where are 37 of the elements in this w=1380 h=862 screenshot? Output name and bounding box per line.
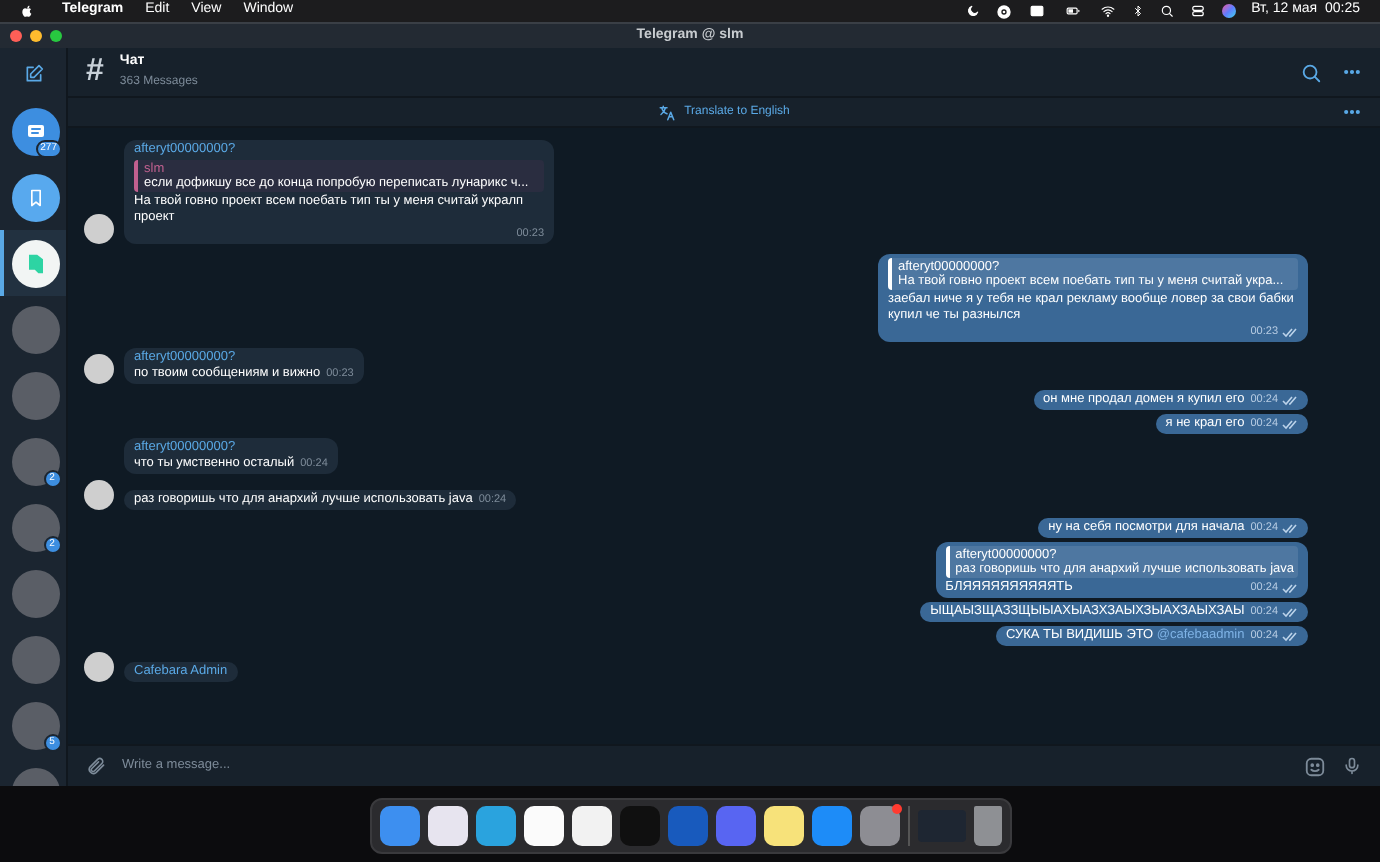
chat-avatar-photo bbox=[11, 305, 59, 353]
chat-avatar-photo bbox=[11, 701, 59, 749]
chat-avatar-photo bbox=[11, 437, 59, 485]
apple-logo-icon bbox=[20, 4, 34, 18]
chat-avatar-photo bbox=[11, 503, 59, 551]
siri-icon[interactable] bbox=[1221, 4, 1236, 18]
toggles-icon bbox=[1189, 4, 1206, 18]
chat-list-item[interactable] bbox=[0, 230, 66, 296]
chat-avatar-photo bbox=[11, 569, 59, 617]
chat-bubble-icon bbox=[23, 119, 47, 143]
moon-icon bbox=[965, 4, 980, 18]
microphone-icon bbox=[1342, 756, 1362, 776]
user-avatar-photo[interactable] bbox=[84, 214, 114, 244]
bookmark-icon bbox=[25, 187, 45, 207]
translate-icon bbox=[658, 103, 677, 121]
wifi-icon bbox=[1099, 4, 1116, 18]
paperclip-icon bbox=[86, 756, 106, 776]
chat-avatar-photo bbox=[11, 371, 59, 419]
app-icon[interactable] bbox=[763, 806, 803, 846]
battery-icon bbox=[1061, 4, 1084, 18]
user-avatar-photo[interactable] bbox=[84, 354, 114, 384]
search-icon bbox=[1300, 61, 1322, 83]
user-avatar-photo[interactable] bbox=[84, 652, 114, 682]
app-icon[interactable] bbox=[523, 806, 563, 846]
trash-icon[interactable] bbox=[973, 806, 1001, 846]
search-icon bbox=[1159, 4, 1174, 18]
hashtag-icon: # bbox=[86, 56, 104, 88]
emoji-icon bbox=[1304, 755, 1326, 777]
user-avatar-photo[interactable] bbox=[84, 480, 114, 510]
bluetooth-icon bbox=[1131, 4, 1144, 18]
app-icon[interactable] bbox=[427, 806, 467, 846]
zoom-window-button[interactable] bbox=[50, 30, 62, 42]
compose-icon bbox=[23, 63, 43, 83]
chat-avatar-photo bbox=[11, 635, 59, 683]
close-window-button[interactable] bbox=[10, 30, 22, 42]
minimize-window-button[interactable] bbox=[30, 30, 42, 42]
app-icon[interactable] bbox=[571, 806, 611, 846]
